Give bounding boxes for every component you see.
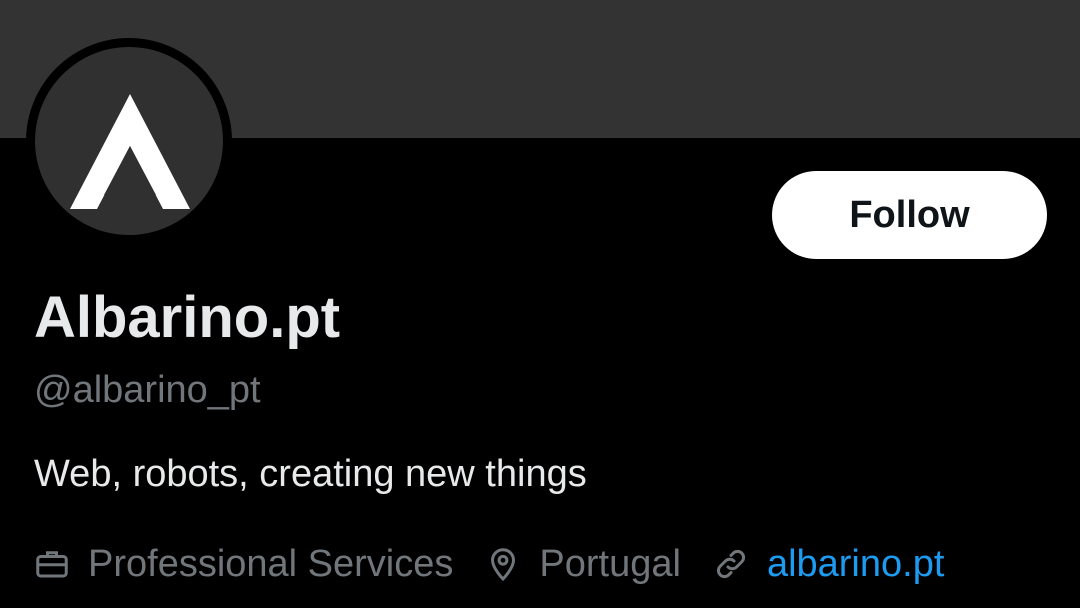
avatar-image	[35, 47, 223, 235]
profile-category: Professional Services	[34, 543, 453, 586]
briefcase-icon	[34, 546, 70, 582]
location-pin-icon	[485, 546, 521, 582]
website-link[interactable]: albarino.pt	[767, 543, 944, 586]
profile-location: Portugal	[485, 543, 681, 586]
category-label: Professional Services	[88, 542, 454, 585]
location-label: Portugal	[539, 542, 681, 585]
avatar-logo-icon	[70, 94, 190, 209]
profile-website[interactable]: albarino.pt	[713, 543, 944, 586]
profile-meta-row: Professional Services Portugal albarino.…	[34, 538, 976, 590]
follow-button[interactable]: Follow	[772, 171, 1047, 259]
user-handle: @albarino_pt	[34, 369, 261, 411]
link-icon	[713, 546, 749, 582]
avatar[interactable]	[26, 38, 232, 244]
profile-header: Follow Albarino.pt @albarino_pt Web, rob…	[0, 0, 1080, 608]
display-name: Albarino.pt	[34, 285, 341, 350]
profile-bio: Web, robots, creating new things	[34, 453, 587, 495]
